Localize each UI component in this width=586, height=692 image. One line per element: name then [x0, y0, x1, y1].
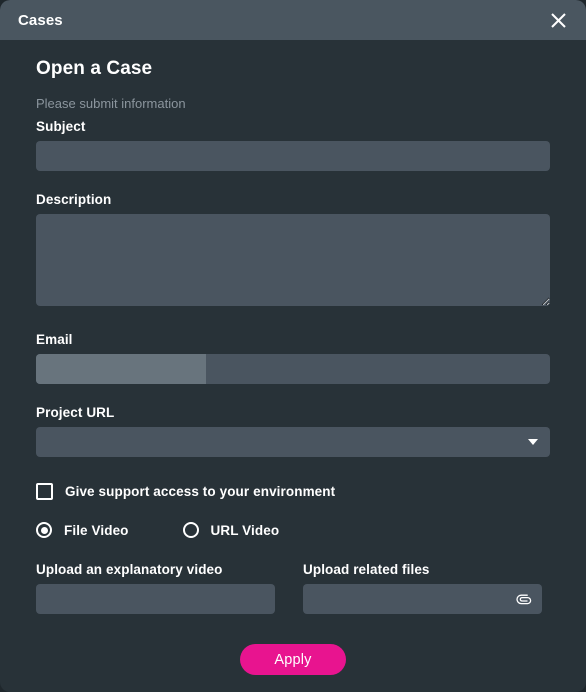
- paperclip-icon[interactable]: [515, 590, 533, 608]
- subject-input[interactable]: [36, 141, 550, 171]
- support-access-checkbox[interactable]: [36, 483, 53, 500]
- chevron-down-icon: [528, 439, 538, 445]
- radio-file-video-label: File Video: [64, 522, 129, 538]
- apply-button-wrap: Apply: [36, 644, 550, 675]
- upload-files-input[interactable]: [303, 584, 542, 614]
- radio-file-video-mark[interactable]: [36, 522, 52, 538]
- radio-url-video[interactable]: URL Video: [182, 522, 280, 538]
- support-access-row[interactable]: Give support access to your environment: [36, 483, 550, 500]
- email-input[interactable]: [36, 354, 550, 384]
- dialog-titlebar: Cases: [0, 0, 586, 40]
- radio-url-video-mark[interactable]: [182, 522, 199, 538]
- dialog-body: Open a Case Please submit information Su…: [0, 40, 586, 692]
- support-access-label: Give support access to your environment: [65, 484, 336, 499]
- video-source-radio-group: File Video URL Video: [36, 522, 550, 538]
- window-title: Cases: [18, 11, 63, 29]
- email-selection-highlight: [36, 354, 206, 384]
- uploads-row: Upload an explanatory video Upload relat…: [36, 562, 550, 614]
- project-url-label: Project URL: [36, 405, 115, 420]
- upload-video-label: Upload an explanatory video: [36, 562, 223, 577]
- subject-label: Subject: [36, 119, 86, 134]
- description-label: Description: [36, 192, 112, 207]
- upload-files-label: Upload related files: [303, 562, 430, 577]
- project-url-select[interactable]: [36, 427, 550, 457]
- form-subtitle: Please submit information: [36, 96, 186, 111]
- apply-button[interactable]: Apply: [240, 644, 346, 675]
- upload-video-group: Upload an explanatory video: [36, 562, 275, 614]
- upload-video-input[interactable]: [36, 584, 275, 614]
- radio-url-video-label: URL Video: [210, 522, 280, 538]
- radio-file-video[interactable]: File Video: [36, 522, 129, 538]
- page-title: Open a Case: [36, 58, 153, 79]
- email-label: Email: [36, 332, 73, 347]
- upload-files-group: Upload related files: [303, 562, 542, 614]
- description-input[interactable]: [36, 214, 550, 306]
- close-icon[interactable]: [546, 8, 570, 32]
- cases-dialog: Cases Open a Case Please submit informat…: [0, 0, 586, 692]
